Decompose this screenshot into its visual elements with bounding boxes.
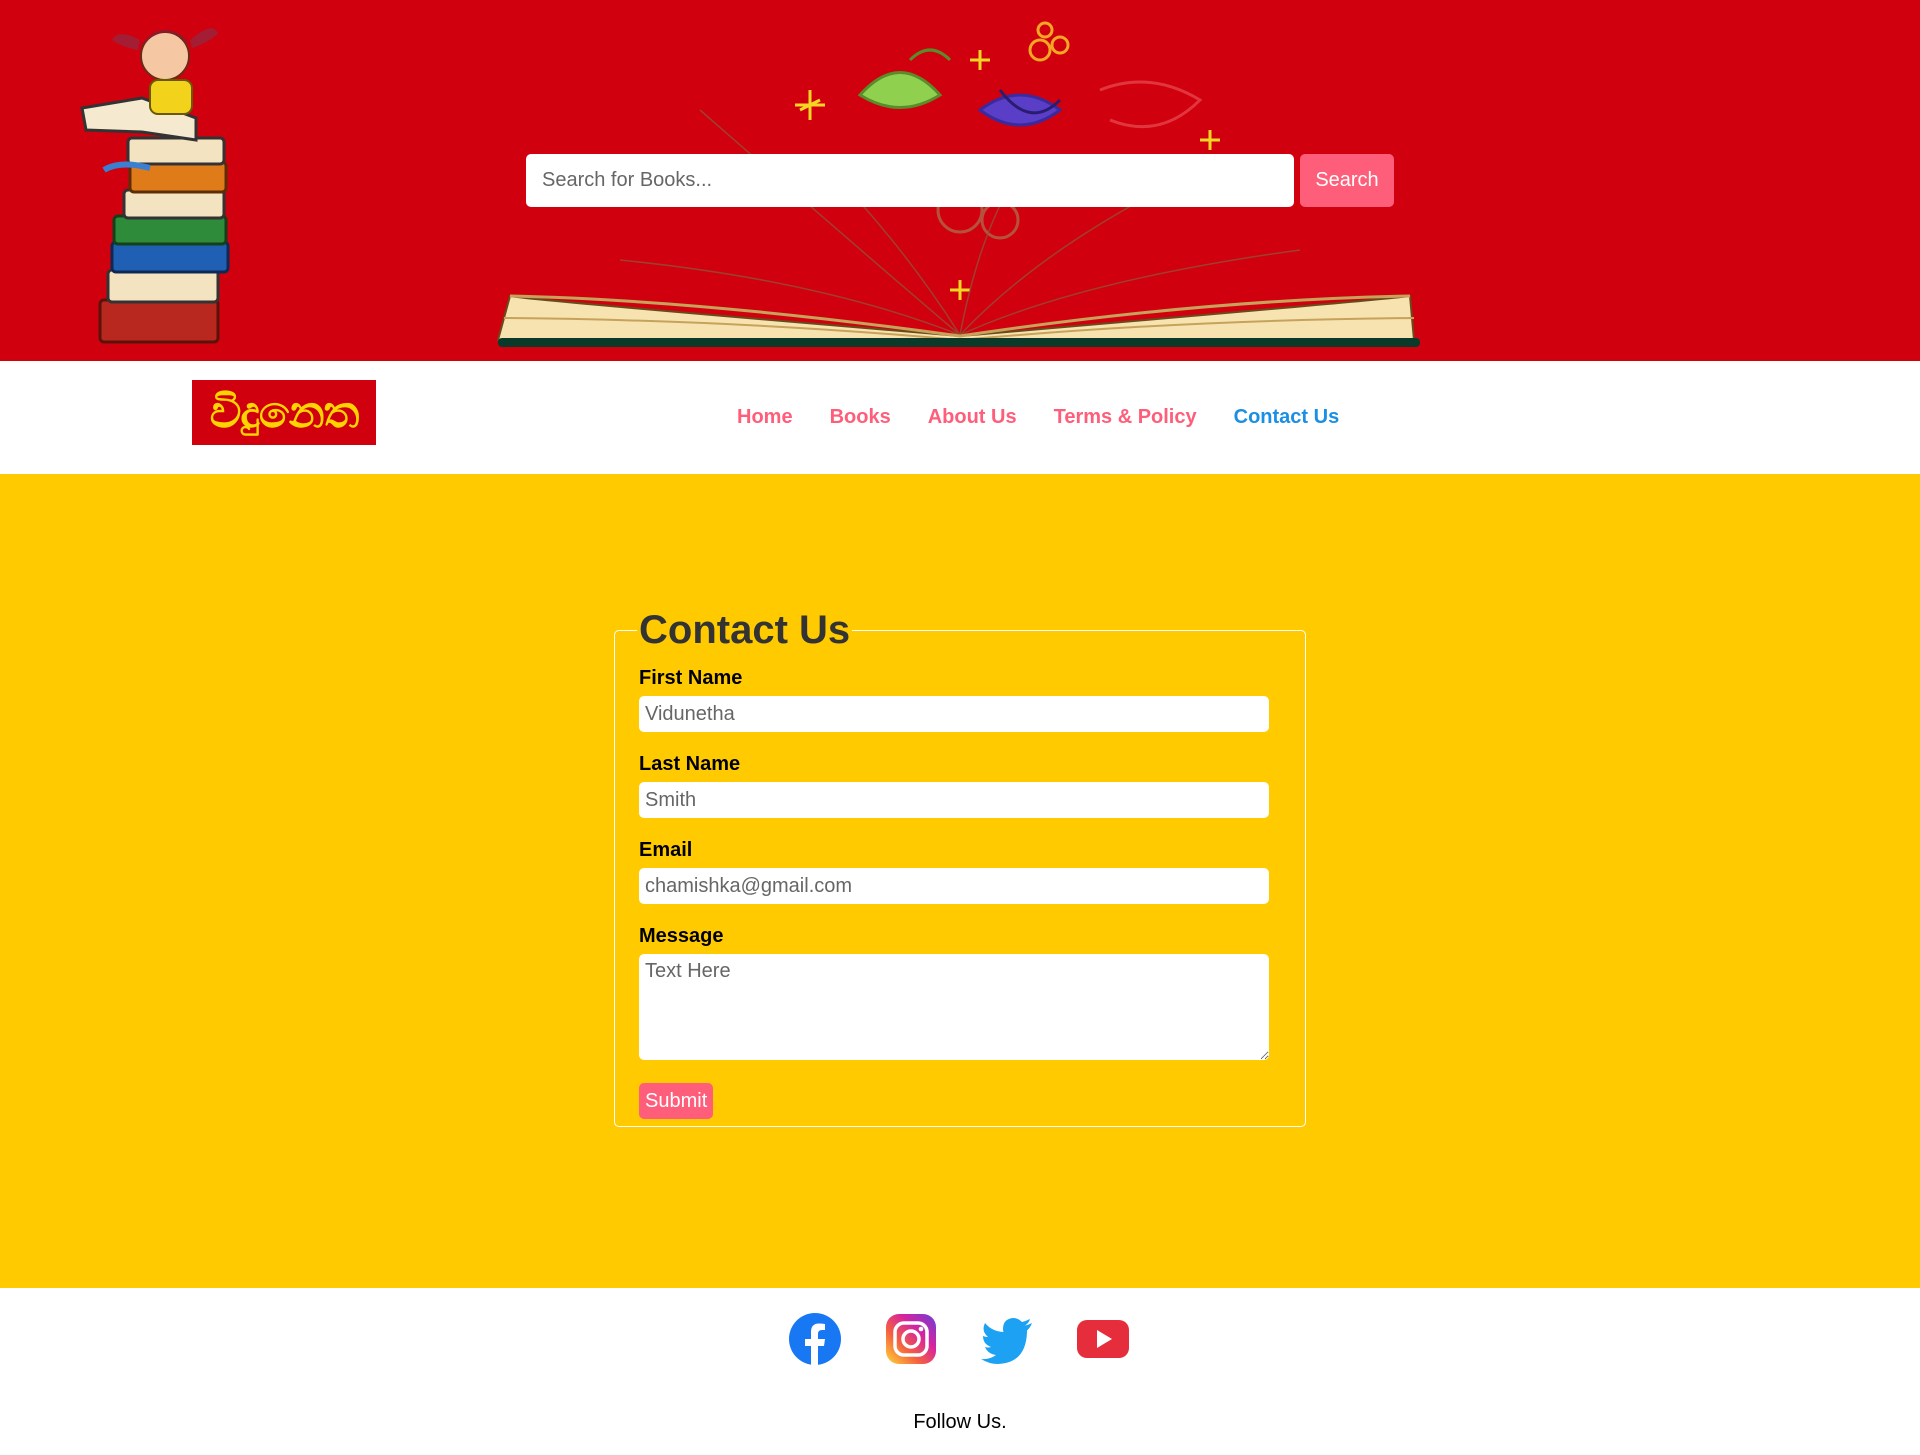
first-name-label: First Name <box>639 667 743 689</box>
site-logo[interactable]: විදුනෙත <box>192 380 376 445</box>
facebook-icon[interactable] <box>788 1312 842 1366</box>
main-content: Contact Us First Name Last Name Email Me… <box>0 474 1920 1288</box>
search-input[interactable] <box>526 154 1294 207</box>
open-book-illustration <box>496 294 1420 347</box>
email-label: Email <box>639 839 693 861</box>
instagram-icon[interactable] <box>884 1312 938 1366</box>
email-input[interactable] <box>639 868 1269 904</box>
youtube-icon[interactable] <box>1076 1312 1130 1366</box>
last-name-input[interactable] <box>639 782 1269 818</box>
nav-home[interactable]: Home <box>737 406 793 429</box>
nav-contact-us[interactable]: Contact Us <box>1234 406 1340 429</box>
search-button[interactable]: Search <box>1300 154 1394 207</box>
nav-terms-policy[interactable]: Terms & Policy <box>1054 406 1197 429</box>
submit-button[interactable]: Submit <box>639 1083 714 1119</box>
banner: Search <box>0 0 1920 361</box>
navbar: විදුනෙත Home Books About Us Terms & Poli… <box>0 361 1920 474</box>
contact-form-title: Contact Us <box>639 608 851 652</box>
follow-us-text: Follow Us. <box>913 1411 1007 1433</box>
footer: Follow Us. <box>0 1288 1920 1455</box>
first-name-input[interactable] <box>639 696 1269 732</box>
site-logo-text: විදුනෙත <box>209 386 360 438</box>
social-links <box>788 1312 1130 1366</box>
message-label: Message <box>639 925 724 947</box>
contact-form: Contact Us First Name Last Name Email Me… <box>614 608 1306 1127</box>
search-bar: Search <box>526 154 1394 207</box>
nav-links: Home Books About Us Terms & Policy Conta… <box>737 406 1376 429</box>
twitter-icon[interactable] <box>980 1312 1034 1366</box>
last-name-label: Last Name <box>639 753 741 775</box>
message-textarea[interactable] <box>639 954 1269 1060</box>
nav-books[interactable]: Books <box>830 406 891 429</box>
girl-reading-books-illustration <box>80 28 230 344</box>
nav-about-us[interactable]: About Us <box>928 406 1017 429</box>
